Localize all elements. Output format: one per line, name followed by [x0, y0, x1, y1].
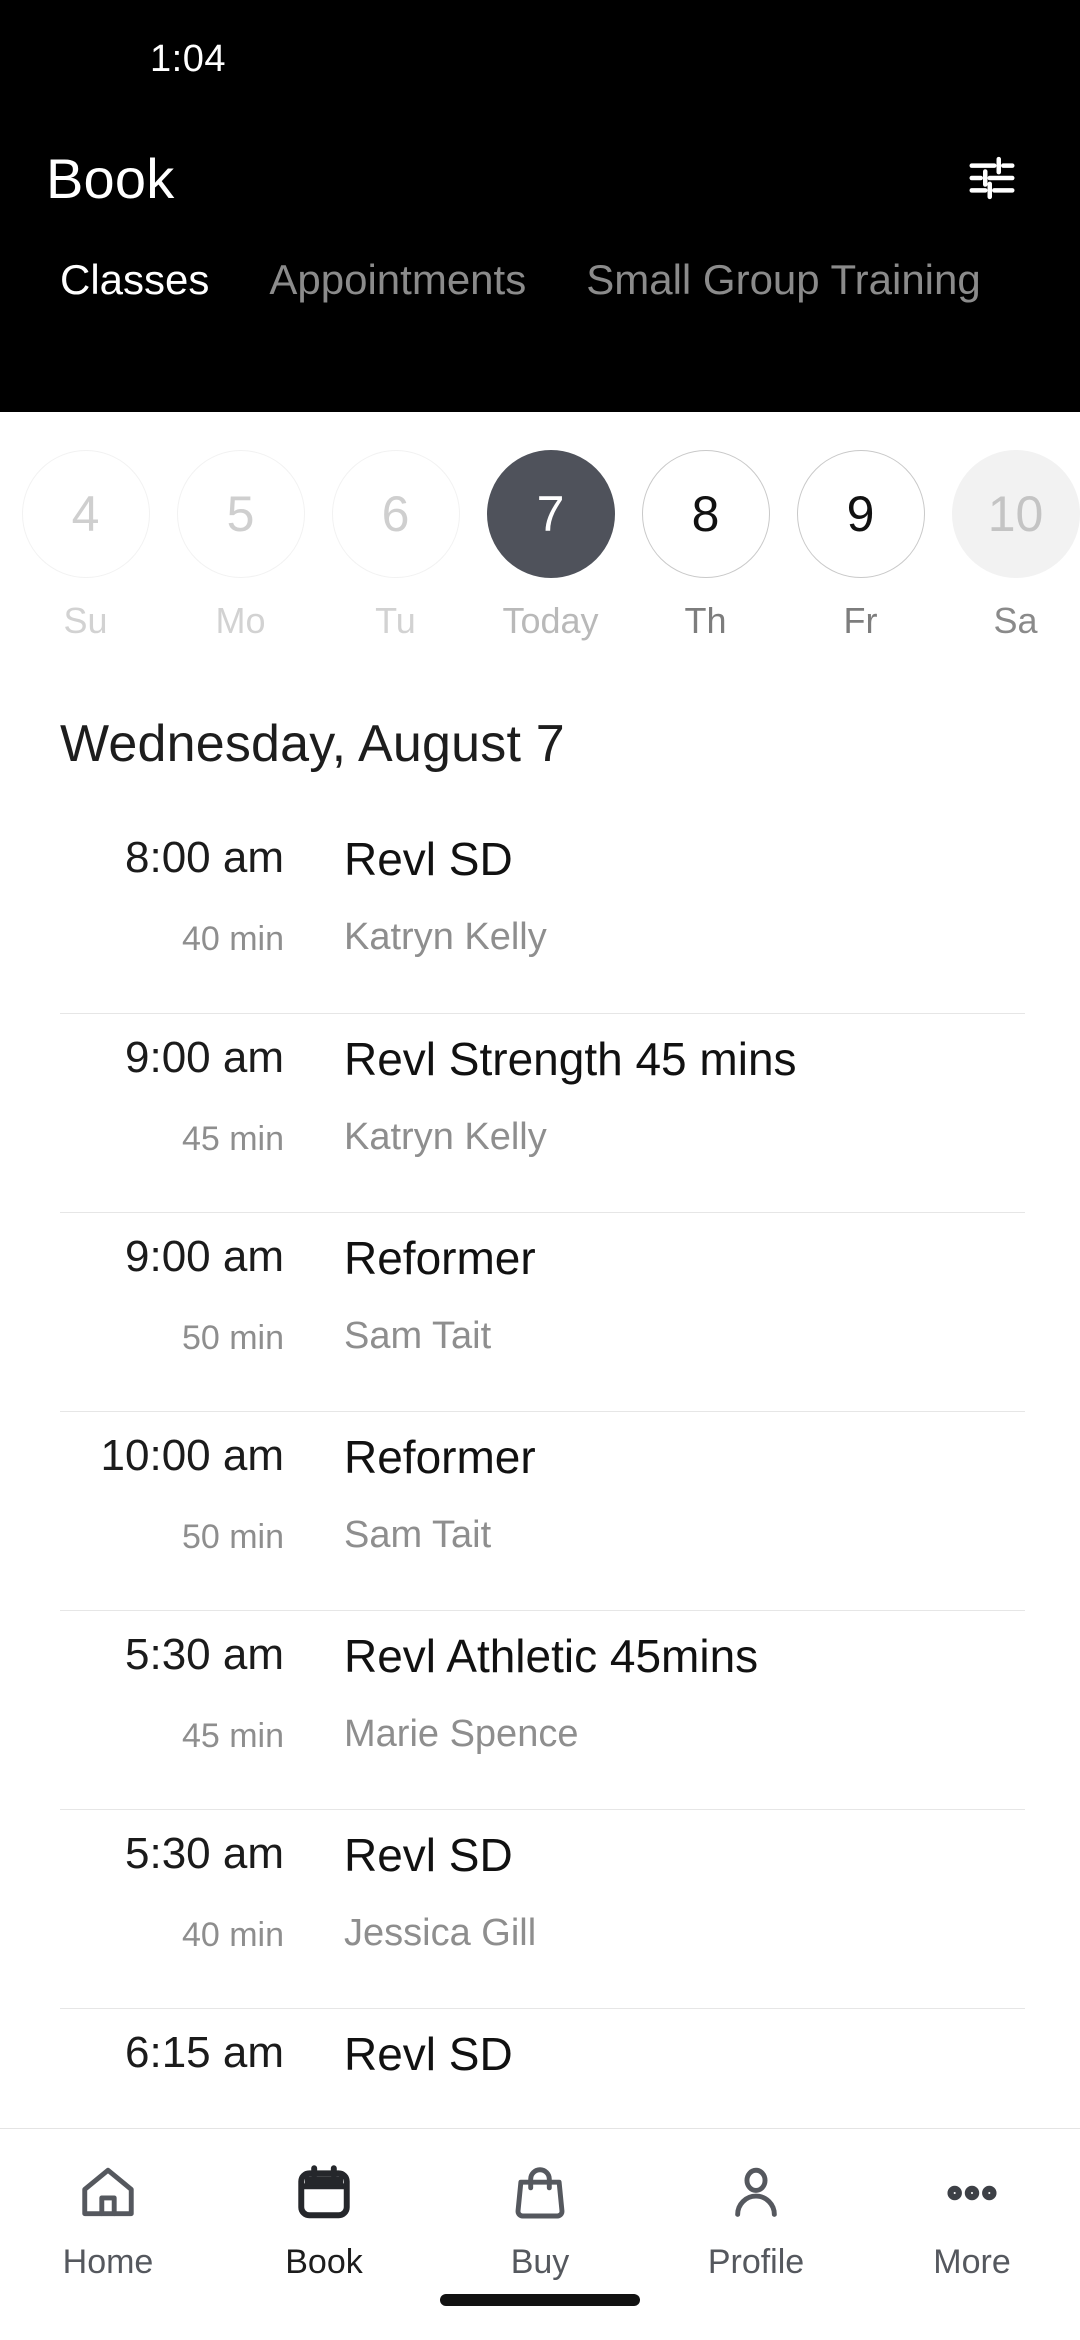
calendar-icon — [293, 2157, 355, 2229]
class-list[interactable]: 8:00 am 40 min Revl SD Katryn Kelly 9:00… — [0, 814, 1080, 2340]
class-name: Reformer — [344, 1431, 536, 1483]
class-duration: 40 min — [181, 920, 284, 958]
class-info-column: Revl SD Jessica Gill — [300, 1832, 1025, 1952]
date-cell-6[interactable]: 6 Tu — [318, 450, 473, 642]
date-cell-10[interactable]: 10 Sa — [938, 450, 1080, 642]
class-info-column: Revl SD Katryn Kelly — [300, 836, 1025, 956]
ellipsis-icon — [941, 2157, 1003, 2229]
class-time-column: 6:15 am — [60, 2031, 300, 2117]
class-name: Revl SD — [344, 1829, 513, 1881]
class-info-column: Revl Athletic 45mins Marie Spence — [300, 1633, 1025, 1753]
class-info-column: Revl SD — [300, 2031, 1025, 2113]
app-screen: 1:04 Book Classes Appointments Small Gro… — [0, 0, 1080, 2340]
date-weekday-label: Mo — [215, 600, 266, 641]
class-row[interactable]: 9:00 am 45 min Revl Strength 45 mins Kat… — [60, 1013, 1025, 1212]
class-instructor: Marie Spence — [344, 1713, 579, 1755]
class-info-column: Reformer Sam Tait — [300, 1235, 1025, 1355]
class-time-column: 9:00 am 50 min — [60, 1232, 300, 1357]
class-duration: 50 min — [181, 1319, 284, 1357]
tab-classes[interactable]: Classes — [30, 256, 239, 303]
nav-item-profile[interactable]: Profile — [648, 2157, 864, 2282]
nav-label-book: Book — [285, 2243, 363, 2281]
class-duration: 45 min — [181, 1717, 284, 1755]
class-name: Revl SD — [344, 833, 513, 885]
house-icon — [77, 2157, 139, 2229]
class-info-column: Revl Strength 45 mins Katryn Kelly — [300, 1036, 1025, 1156]
class-name: Revl Athletic 45mins — [344, 1630, 759, 1682]
class-name: Revl Strength 45 mins — [344, 1033, 797, 1085]
class-instructor: Katryn Kelly — [344, 916, 547, 958]
date-weekday-label: Th — [684, 600, 727, 641]
home-indicator[interactable] — [440, 2294, 640, 2306]
date-circle[interactable]: 10 — [951, 450, 1080, 578]
selected-date-heading: Wednesday, August 7 — [60, 715, 565, 773]
date-weekday-label: Fr — [843, 600, 878, 641]
class-instructor: Katryn Kelly — [344, 1116, 547, 1158]
date-cell-5[interactable]: 5 Mo — [163, 450, 318, 642]
class-info-column: Reformer Sam Tait — [300, 1434, 1025, 1554]
date-selector[interactable]: 4 Su 5 Mo 6 Tu 7 Today 8 Th 9 Fr 10 Sa — [0, 412, 1080, 662]
date-cell-9[interactable]: 9 Fr — [783, 450, 938, 642]
nav-label-home: Home — [62, 2243, 154, 2281]
nav-item-book[interactable]: Book — [216, 2157, 432, 2282]
class-time-column: 5:30 am 40 min — [60, 1829, 300, 1954]
nav-label-buy: Buy — [510, 2243, 570, 2281]
class-duration: 40 min — [181, 1916, 284, 1954]
class-row[interactable]: 10:00 am 50 min Reformer Sam Tait — [60, 1411, 1025, 1610]
nav-item-more[interactable]: More — [864, 2157, 1080, 2282]
tab-small-group-training[interactable]: Small Group Training — [556, 256, 1011, 303]
nav-label-profile: Profile — [707, 2243, 805, 2281]
section-tabs: Classes Appointments Small Group Trainin… — [0, 256, 1080, 303]
person-icon — [725, 2157, 787, 2229]
tab-appointments[interactable]: Appointments — [239, 256, 556, 303]
nav-label-more: More — [933, 2243, 1011, 2281]
class-time-column: 9:00 am 45 min — [60, 1033, 300, 1158]
date-cell-7-today-selected[interactable]: 7 Today — [473, 450, 628, 642]
shopping-bag-icon — [509, 2157, 571, 2229]
app-header: 1:04 Book Classes Appointments Small Gro… — [0, 0, 1080, 412]
class-row[interactable]: 8:00 am 40 min Revl SD Katryn Kelly — [60, 814, 1025, 1013]
date-circle[interactable]: 5 — [176, 450, 305, 578]
class-start-time: 5:30 am — [125, 1630, 284, 1679]
class-instructor: Sam Tait — [344, 1514, 492, 1556]
sliders-filter-icon[interactable] — [952, 138, 1032, 218]
date-circle-selected[interactable]: 7 — [486, 450, 615, 578]
class-name: Revl SD — [344, 2028, 513, 2080]
class-start-time: 9:00 am — [125, 1033, 284, 1082]
class-start-time: 5:30 am — [125, 1829, 284, 1878]
class-instructor: Jessica Gill — [344, 1912, 537, 1954]
date-circle[interactable]: 6 — [331, 450, 460, 578]
date-circle[interactable]: 8 — [641, 450, 770, 578]
status-bar: 1:04 — [0, 0, 1080, 118]
date-circle[interactable]: 9 — [796, 450, 925, 578]
date-weekday-label: Tu — [375, 600, 416, 641]
date-weekday-label: Sa — [993, 600, 1038, 641]
class-time-column: 5:30 am 45 min — [60, 1630, 300, 1755]
class-time-column: 10:00 am 50 min — [60, 1431, 300, 1556]
class-time-column: 8:00 am 40 min — [60, 833, 300, 958]
date-weekday-label: Today — [502, 600, 599, 641]
bottom-navigation-bar: Home Book Buy Profile More — [0, 2128, 1080, 2340]
class-row[interactable]: 9:00 am 50 min Reformer Sam Tait — [60, 1212, 1025, 1411]
class-start-time: 10:00 am — [100, 1431, 284, 1480]
class-start-time: 9:00 am — [125, 1232, 284, 1281]
class-row[interactable]: 5:30 am 45 min Revl Athletic 45mins Mari… — [60, 1610, 1025, 1809]
class-instructor: Sam Tait — [344, 1315, 492, 1357]
nav-item-buy[interactable]: Buy — [432, 2157, 648, 2282]
class-duration: 45 min — [181, 1120, 284, 1158]
date-circle[interactable]: 4 — [21, 450, 150, 578]
class-duration: 50 min — [181, 1518, 284, 1556]
date-cell-8[interactable]: 8 Th — [628, 450, 783, 642]
date-cell-4[interactable]: 4 Su — [8, 450, 163, 642]
status-bar-clock: 1:04 — [150, 37, 226, 80]
class-start-time: 8:00 am — [125, 833, 284, 882]
class-start-time: 6:15 am — [125, 2028, 284, 2077]
title-bar: Book — [0, 118, 1080, 238]
nav-item-home[interactable]: Home — [0, 2157, 216, 2282]
page-title: Book — [46, 146, 175, 210]
class-row[interactable]: 5:30 am 40 min Revl SD Jessica Gill — [60, 1809, 1025, 2008]
date-weekday-label: Su — [63, 600, 108, 641]
class-name: Reformer — [344, 1232, 536, 1284]
